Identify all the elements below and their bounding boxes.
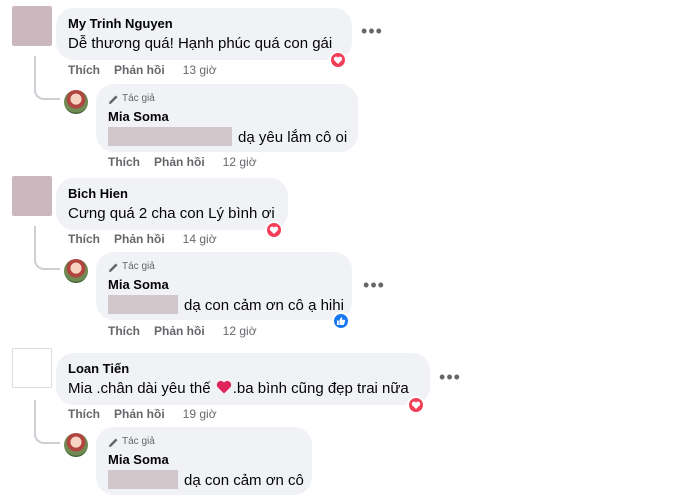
comment-timestamp[interactable]: 19 giờ [183, 406, 217, 422]
reply-bubble: Tác giả Mia Soma dạ yêu lắm cô oi [96, 84, 358, 152]
author-badge: Tác giả [108, 92, 346, 106]
love-reaction-icon[interactable] [265, 221, 283, 239]
love-reaction-icon[interactable] [329, 51, 347, 69]
reply-author[interactable]: Mia Soma [108, 277, 340, 293]
like-button[interactable]: Thích [108, 323, 140, 339]
commenter-avatar[interactable] [12, 348, 52, 388]
reply-button[interactable]: Phản hồi [114, 231, 165, 247]
reply-author[interactable]: Mia Soma [108, 452, 300, 468]
like-button[interactable]: Thích [68, 406, 100, 422]
reply-thread-line [34, 400, 60, 444]
comment-actions: Thích Phản hồi 14 giờ [68, 231, 217, 247]
love-reaction-icon[interactable] [407, 396, 425, 414]
author-badge-label: Tác giả [122, 261, 155, 272]
reply-timestamp[interactable]: 12 giờ [223, 323, 257, 339]
reply-avatar[interactable] [64, 90, 88, 114]
reply-avatar[interactable] [64, 259, 88, 283]
comment-actions: Thích Phản hồi 19 giờ [68, 406, 217, 422]
reply-actions: Thích Phản hồi 12 giờ [108, 154, 257, 170]
like-button[interactable]: Thích [108, 154, 140, 170]
comment-timestamp[interactable]: 13 giờ [183, 62, 217, 78]
more-options-icon[interactable]: ••• [360, 22, 384, 42]
reply-text-row: dạ con cảm ơn cô ạ hihi [108, 295, 344, 316]
reply-actions: Thích Phản hồi 12 giờ [108, 323, 257, 339]
like-button[interactable]: Thích [68, 231, 100, 247]
reply-button[interactable]: Phản hồi [154, 154, 205, 170]
comment-author[interactable]: Loan Tiến [68, 361, 418, 377]
comment-author[interactable]: My Trinh Nguyen [68, 16, 340, 32]
redacted-mention [108, 470, 178, 489]
reply-button[interactable]: Phản hồi [114, 62, 165, 78]
reply-author[interactable]: Mia Soma [108, 109, 346, 125]
comment-text-row: Mia .chân dài yêu thế .ba bình cũng đẹp … [68, 379, 418, 399]
commenter-avatar[interactable] [12, 6, 52, 46]
reply-text: dạ yêu lắm cô oi [238, 129, 348, 146]
reply-text: dạ con cảm ơn cô ạ hihi [184, 297, 344, 314]
red-heart-emoji-icon [216, 380, 231, 394]
comment-text: Dễ thương quá! Hạnh phúc quá con gái [68, 35, 333, 52]
like-reaction-icon[interactable] [332, 312, 350, 330]
pencil-icon [108, 94, 118, 104]
reply-button[interactable]: Phản hồi [154, 323, 205, 339]
more-options-icon[interactable]: ••• [438, 368, 462, 388]
redacted-mention [108, 127, 232, 146]
author-badge: Tác giả [108, 260, 340, 274]
reply-thread-line [34, 226, 60, 270]
author-badge-label: Tác giả [122, 436, 155, 447]
comment-bubble: Bich Hien Cưng quá 2 cha con Lý bình ơi [56, 178, 288, 230]
reply-bubble: Tác giả Mia Soma dạ con cảm ơn cô ạ hihi [96, 252, 352, 320]
pencil-icon [108, 437, 118, 447]
like-button[interactable]: Thích [68, 62, 100, 78]
comment-actions: Thích Phản hồi 13 giờ [68, 62, 217, 78]
reply-text-row: dạ con cảm ơn cô [108, 470, 304, 491]
comment-text: Cưng quá 2 cha con Lý bình ơi [68, 205, 275, 222]
reply-text: dạ con cảm ơn cô [184, 472, 304, 489]
reply-bubble: Tác giả Mia Soma dạ con cảm ơn cô [96, 427, 312, 495]
author-badge: Tác giả [108, 435, 300, 449]
comment-author[interactable]: Bich Hien [68, 186, 276, 202]
pencil-icon [108, 262, 118, 272]
reply-thread-line [34, 56, 60, 100]
reply-avatar[interactable] [64, 433, 88, 457]
author-badge-label: Tác giả [122, 93, 155, 104]
comment-bubble: My Trinh Nguyen Dễ thương quá! Hạnh phúc… [56, 8, 352, 60]
commenter-avatar[interactable] [12, 176, 52, 216]
reply-timestamp[interactable]: 12 giờ [223, 154, 257, 170]
comment-text: Mia .chân dài yêu thế [68, 380, 211, 397]
reply-text-row: dạ yêu lắm cô oi [108, 127, 348, 148]
more-options-icon[interactable]: ••• [362, 276, 386, 296]
reply-button[interactable]: Phản hồi [114, 406, 165, 422]
comment-timestamp[interactable]: 14 giờ [183, 231, 217, 247]
comment-text: .ba bình cũng đẹp trai nữa [232, 380, 409, 397]
redacted-mention [108, 295, 178, 314]
comment-bubble: Loan Tiến Mia .chân dài yêu thế .ba bình… [56, 353, 430, 405]
